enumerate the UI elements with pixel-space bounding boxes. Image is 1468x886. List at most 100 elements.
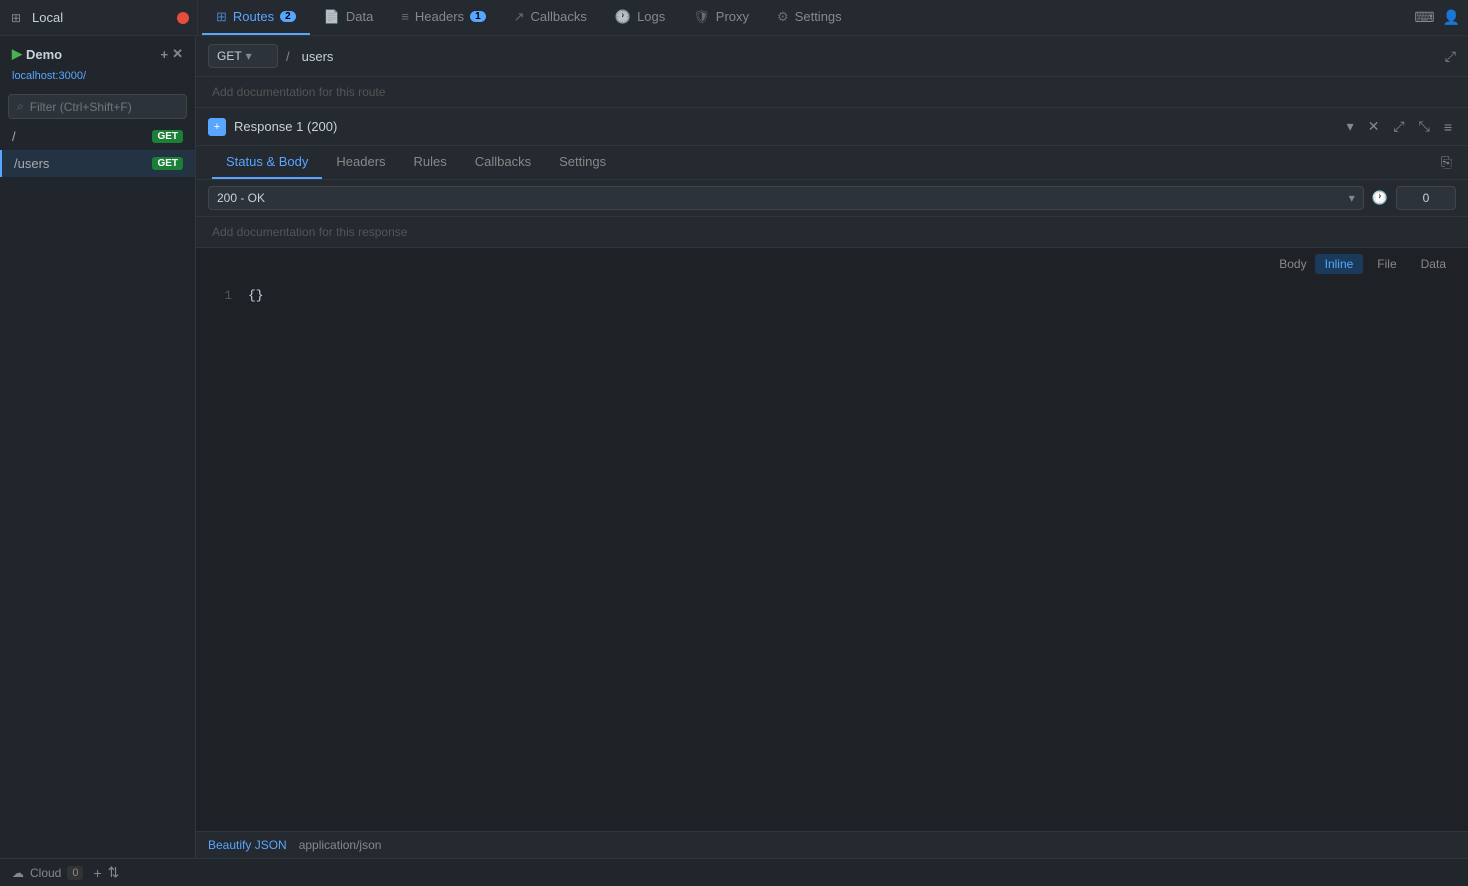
response-menu-btn[interactable]: ≡ (1440, 117, 1456, 137)
tab-data[interactable]: 📄 Data (310, 0, 388, 35)
topbar-right: ⌨ 👤 (1414, 9, 1460, 26)
headers-badge: 1 (470, 11, 486, 22)
tab-logs-label: Logs (637, 9, 665, 24)
response-section: + Response 1 (200) ▾ ✕ ⤢ ⤡ ≡ Status & Bo… (196, 108, 1468, 858)
line-num-1: 1 (212, 288, 232, 303)
cloud-count-badge: 0 (67, 866, 83, 880)
delay-input[interactable] (1396, 186, 1456, 210)
close-button[interactable] (177, 12, 189, 24)
tab-routes[interactable]: ⊞ Routes 2 (202, 0, 310, 35)
sidebar-filter-container[interactable]: ⌕ (8, 94, 187, 119)
body-mode-data[interactable]: Data (1411, 254, 1456, 274)
body-mode-inline[interactable]: Inline (1315, 254, 1364, 274)
resp-tab-rules-label: Rules (414, 154, 447, 169)
code-line-1: {} (248, 288, 1452, 303)
app-section: ⊞ Local (8, 0, 198, 35)
tab-proxy[interactable]: 🛡 Proxy (679, 0, 763, 35)
resp-tab-settings[interactable]: Settings (545, 146, 620, 179)
body-mode-file[interactable]: File (1367, 254, 1406, 274)
callbacks-icon: ↗ (514, 9, 525, 25)
route-method-users: GET (152, 157, 183, 170)
expand-url-icon[interactable]: ⤢ (1445, 48, 1456, 65)
tab-callbacks-label: Callbacks (531, 9, 587, 24)
resp-tab-headers[interactable]: Headers (322, 146, 399, 179)
data-icon: 📄 (324, 9, 340, 25)
body-label: Body (1279, 257, 1306, 271)
tab-proxy-label: Proxy (716, 9, 749, 24)
code-editor[interactable]: 1 {} (196, 280, 1468, 831)
filter-input[interactable] (30, 100, 178, 114)
response-close-btn[interactable]: ✕ (1364, 116, 1384, 137)
tab-settings[interactable]: ⚙ Settings (763, 0, 856, 35)
tab-callbacks[interactable]: ↗ Callbacks (500, 0, 601, 35)
bottom-bar: Beautify JSON application/json (196, 831, 1468, 858)
tab-headers-label: Headers (415, 9, 464, 24)
terminal-icon[interactable]: ⌨ (1414, 9, 1434, 26)
body-toolbar: Body Inline File Data (196, 248, 1468, 280)
routes-icon: ⊞ (216, 9, 227, 25)
cloud-section: ☁ Cloud 0 + ⇅ (12, 864, 119, 881)
settings-icon: ⚙ (777, 9, 789, 25)
user-icon[interactable]: 👤 (1443, 9, 1460, 26)
logs-icon: 🕐 (615, 9, 631, 25)
url-path-input[interactable] (298, 45, 1437, 68)
app-icon: ⊞ (8, 10, 24, 26)
tab-data-label: Data (346, 9, 373, 24)
response-doc-line[interactable]: Add documentation for this response (196, 217, 1468, 248)
resp-tab-status-body[interactable]: Status & Body (212, 146, 322, 179)
response-dropdown-btn[interactable]: ▾ (1343, 116, 1358, 137)
collapse-icon[interactable]: ✕ (172, 46, 183, 62)
sidebar-host: localhost:3000/ (0, 68, 195, 90)
code-content[interactable]: {} (248, 288, 1452, 823)
route-item-root[interactable]: / GET (0, 123, 195, 150)
cloud-settings-btn[interactable]: ⇅ (108, 864, 120, 881)
run-icon[interactable]: ▶ (12, 46, 22, 62)
sidebar: ▶ Demo + ✕ localhost:3000/ ⌕ / GET /user… (0, 36, 196, 858)
route-path-root: / (12, 129, 16, 144)
url-bar: GET ▾ / ⤢ (196, 36, 1468, 77)
add-route-icon[interactable]: + (161, 47, 169, 62)
tab-headers[interactable]: ≡ Headers 1 (387, 0, 499, 35)
content-area: GET ▾ / ⤢ Add documentation for this rou… (196, 36, 1468, 858)
method-dropdown-icon: ▾ (246, 49, 252, 63)
sidebar-project-header: ▶ Demo + ✕ (0, 36, 195, 68)
tab-logs[interactable]: 🕐 Logs (601, 0, 679, 35)
url-slash: / (286, 49, 290, 64)
resp-tab-status-body-label: Status & Body (226, 154, 308, 169)
status-dropdown-icon: ▾ (1349, 191, 1355, 205)
cloud-label: Cloud (30, 866, 61, 880)
cloud-icon: ☁ (12, 866, 24, 880)
status-actions: + ⇅ (93, 864, 119, 881)
resp-tab-settings-label: Settings (559, 154, 606, 169)
project-name: Demo (26, 47, 62, 62)
copy-response-icon[interactable]: ⎘ (1441, 154, 1452, 171)
method-value: GET (217, 49, 242, 63)
expand-plus-icon: + (214, 121, 220, 133)
response-expand-icon[interactable]: + (208, 118, 226, 136)
response-actions: ▾ ✕ ⤢ ⤡ ≡ (1343, 116, 1456, 137)
tab-settings-label: Settings (795, 9, 842, 24)
resp-tab-rules[interactable]: Rules (400, 146, 461, 179)
beautify-json-link[interactable]: Beautify JSON (208, 838, 287, 852)
route-doc-line[interactable]: Add documentation for this route (196, 77, 1468, 108)
status-bar: ☁ Cloud 0 + ⇅ (0, 858, 1468, 886)
add-cloud-btn[interactable]: + (93, 865, 101, 881)
response-collapse-btn[interactable]: ⤡ (1415, 116, 1434, 137)
route-item-users[interactable]: /users GET (0, 150, 195, 177)
method-select[interactable]: GET ▾ (208, 44, 278, 68)
main-layout: ▶ Demo + ✕ localhost:3000/ ⌕ / GET /user… (0, 36, 1468, 858)
content-type-label: application/json (299, 838, 382, 852)
nav-tabs: ⊞ Routes 2 📄 Data ≡ Headers 1 ↗ Callback… (202, 0, 1410, 35)
topbar: ⊞ Local ⊞ Routes 2 📄 Data ≡ Headers 1 ↗ … (0, 0, 1468, 36)
response-header: + Response 1 (200) ▾ ✕ ⤢ ⤡ ≡ (196, 108, 1468, 146)
clock-icon: 🕐 (1372, 190, 1388, 206)
resp-tab-callbacks[interactable]: Callbacks (461, 146, 545, 179)
route-method-root: GET (152, 130, 183, 143)
status-select[interactable]: 200 - OK ▾ (208, 186, 1364, 210)
status-value: 200 - OK (217, 191, 265, 205)
response-tabs: Status & Body Headers Rules Callbacks Se… (196, 146, 1468, 180)
response-expand-btn[interactable]: ⤢ (1389, 116, 1408, 137)
proxy-icon: 🛡 (693, 9, 710, 25)
route-path-users: /users (14, 156, 49, 171)
resp-tab-headers-label: Headers (336, 154, 385, 169)
